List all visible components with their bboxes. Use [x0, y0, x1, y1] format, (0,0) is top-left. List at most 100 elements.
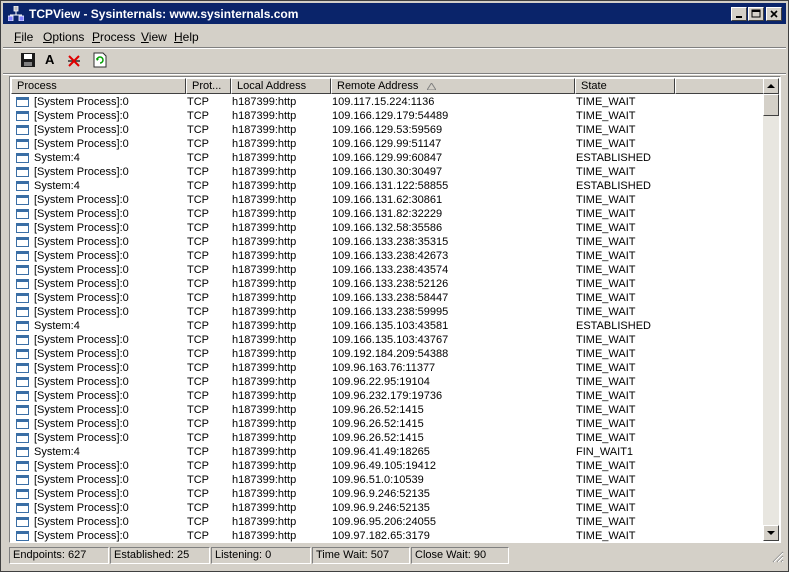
menu-view[interactable]: View: [141, 30, 167, 44]
table-row[interactable]: [System Process]:0 TCP h187399:http 109.166…: [11, 207, 765, 221]
table-row[interactable]: [System Process]:0 TCP h187399:http 109.166…: [11, 137, 765, 151]
column-header-local-address[interactable]: Local Address: [231, 78, 331, 94]
table-row[interactable]: [System Process]:0 TCP h187399:http 109.166…: [11, 193, 765, 207]
cell-process: [System Process]:0: [34, 390, 129, 402]
table-row[interactable]: System:4 TCP h187399:http 109.96.41.49:1826…: [11, 445, 765, 459]
cell-local-address: h187399:http: [232, 530, 297, 542]
process-icon: [16, 363, 29, 373]
scroll-thumb[interactable]: [763, 94, 779, 116]
menu-help[interactable]: Help: [174, 30, 199, 44]
cell-protocol: TCP: [187, 236, 209, 248]
table-row[interactable]: [System Process]:0 TCP h187399:http 109.192…: [11, 347, 765, 361]
table-row[interactable]: [System Process]:0 TCP h187399:http 109.96.…: [11, 389, 765, 403]
cell-protocol: TCP: [187, 432, 209, 444]
process-icon: [16, 517, 29, 527]
close-connection-icon: [68, 55, 80, 67]
cell-process: System:4: [34, 320, 80, 332]
cell-protocol: TCP: [187, 460, 209, 472]
table-row[interactable]: [System Process]:0 TCP h187399:http 109.96.…: [11, 375, 765, 389]
refresh-button[interactable]: [90, 50, 110, 70]
status-endpoints: Endpoints: 627: [9, 547, 109, 564]
table-row[interactable]: System:4 TCP h187399:http 109.166.135.103:4…: [11, 319, 765, 333]
minimize-button[interactable]: [731, 7, 747, 21]
close-button[interactable]: [766, 7, 782, 21]
menu-process[interactable]: Process: [92, 30, 135, 44]
table-row[interactable]: [System Process]:0 TCP h187399:http 109.166…: [11, 235, 765, 249]
status-listening: Listening: 0: [211, 547, 311, 564]
cell-process: [System Process]:0: [34, 292, 129, 304]
table-row[interactable]: [System Process]:0 TCP h187399:http 109.166…: [11, 249, 765, 263]
cell-local-address: h187399:http: [232, 334, 297, 346]
process-icon: [16, 181, 29, 191]
save-button[interactable]: [18, 50, 38, 70]
cell-process: [System Process]:0: [34, 530, 129, 542]
cell-remote-address: 109.166.133.238:42673: [332, 250, 449, 262]
cell-state: TIME_WAIT: [576, 418, 636, 430]
cell-local-address: h187399:http: [232, 418, 297, 430]
table-row[interactable]: [System Process]:0 TCP h187399:http 109.166…: [11, 165, 765, 179]
table-row[interactable]: [System Process]:0 TCP h187399:http 109.96.…: [11, 473, 765, 487]
connections-list[interactable]: Process Prot... Local Address Remote Add…: [9, 76, 781, 543]
cell-process: [System Process]:0: [34, 222, 129, 234]
menu-file[interactable]: File: [14, 30, 33, 44]
process-icon: [16, 307, 29, 317]
table-row[interactable]: System:4 TCP h187399:http 109.166.129.99:60…: [11, 151, 765, 165]
column-header-process[interactable]: Process: [11, 78, 186, 94]
maximize-icon: [751, 9, 761, 18]
table-row[interactable]: [System Process]:0 TCP h187399:http 109.166…: [11, 221, 765, 235]
table-row[interactable]: [System Process]:0 TCP h187399:http 109.96.…: [11, 487, 765, 501]
process-icon: [16, 195, 29, 205]
table-row[interactable]: [System Process]:0 TCP h187399:http 109.96.…: [11, 403, 765, 417]
process-icon: [16, 391, 29, 401]
cell-remote-address: 109.96.41.49:18265: [332, 446, 430, 458]
table-row[interactable]: [System Process]:0 TCP h187399:http 109.166…: [11, 109, 765, 123]
table-row[interactable]: [System Process]:0 TCP h187399:http 109.166…: [11, 263, 765, 277]
table-row[interactable]: [System Process]:0 TCP h187399:http 109.166…: [11, 277, 765, 291]
cell-protocol: TCP: [187, 208, 209, 220]
close-connection-button[interactable]: [64, 50, 84, 70]
cell-protocol: TCP: [187, 516, 209, 528]
scroll-down-button[interactable]: [763, 525, 779, 541]
table-row[interactable]: [System Process]:0 TCP h187399:http 109.117…: [11, 95, 765, 109]
column-header-state[interactable]: State: [575, 78, 675, 94]
cell-remote-address: 109.166.133.238:58447: [332, 292, 449, 304]
column-header-remote-address[interactable]: Remote Address: [331, 78, 575, 94]
table-row[interactable]: [System Process]:0 TCP h187399:http 109.96.…: [11, 459, 765, 473]
table-row[interactable]: [System Process]:0 TCP h187399:http 109.96.…: [11, 501, 765, 515]
table-row[interactable]: [System Process]:0 TCP h187399:http 109.166…: [11, 291, 765, 305]
cell-process: System:4: [34, 152, 80, 164]
cell-remote-address: 109.166.133.238:43574: [332, 264, 449, 276]
table-row[interactable]: [System Process]:0 TCP h187399:http 109.166…: [11, 123, 765, 137]
table-row[interactable]: [System Process]:0 TCP h187399:http 109.166…: [11, 333, 765, 347]
table-row[interactable]: [System Process]:0 TCP h187399:http 109.97.…: [11, 529, 765, 542]
scroll-up-button[interactable]: [763, 78, 779, 94]
cell-process: [System Process]:0: [34, 166, 129, 178]
cell-state: TIME_WAIT: [576, 166, 636, 178]
title-bar[interactable]: TCPView - Sysinternals: www.sysinternals…: [3, 3, 786, 24]
table-row[interactable]: [System Process]:0 TCP h187399:http 109.96.…: [11, 431, 765, 445]
cell-local-address: h187399:http: [232, 222, 297, 234]
table-row[interactable]: [System Process]:0 TCP h187399:http 109.96.…: [11, 417, 765, 431]
rows-container: [System Process]:0 TCP h187399:http 109.117…: [11, 95, 765, 542]
cell-protocol: TCP: [187, 390, 209, 402]
table-row[interactable]: [System Process]:0 TCP h187399:http 109.166…: [11, 305, 765, 319]
font-button[interactable]: A: [41, 50, 61, 70]
column-header-protocol[interactable]: Prot...: [186, 78, 231, 94]
process-icon: [16, 125, 29, 135]
table-row[interactable]: [System Process]:0 TCP h187399:http 109.96.…: [11, 515, 765, 529]
vertical-scrollbar[interactable]: [763, 78, 779, 541]
cell-local-address: h187399:http: [232, 306, 297, 318]
menu-options[interactable]: Options: [43, 30, 84, 44]
cell-state: FIN_WAIT1: [576, 446, 634, 458]
table-row[interactable]: System:4 TCP h187399:http 109.166.131.122:5…: [11, 179, 765, 193]
cell-remote-address: 109.166.129.99:51147: [332, 138, 442, 150]
cell-remote-address: 109.192.184.209:54388: [332, 348, 449, 360]
table-row[interactable]: [System Process]:0 TCP h187399:http 109.96.…: [11, 361, 765, 375]
cell-remote-address: 109.166.131.82:32229: [332, 208, 443, 220]
resize-grip-icon[interactable]: [772, 551, 784, 563]
status-time-wait: Time Wait: 507: [312, 547, 410, 564]
maximize-button[interactable]: [748, 7, 764, 21]
status-bar: Endpoints: 627 Established: 25 Listening…: [3, 546, 786, 566]
process-icon: [16, 419, 29, 429]
cell-protocol: TCP: [187, 222, 209, 234]
